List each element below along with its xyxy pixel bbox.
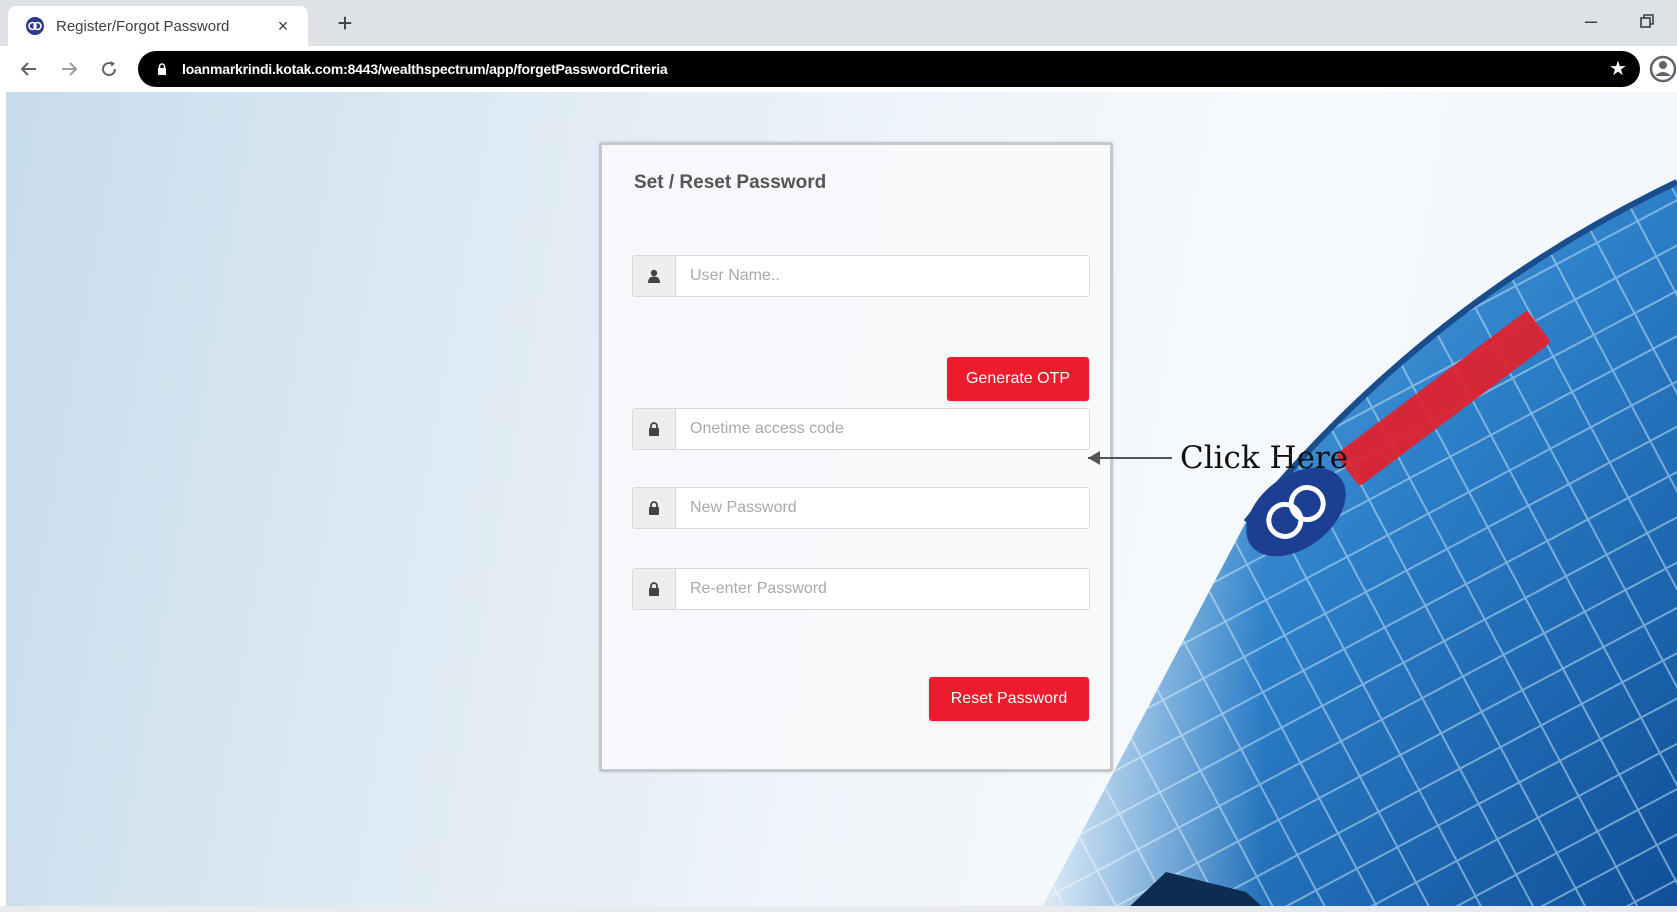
forward-button[interactable] bbox=[52, 52, 86, 86]
form-title: Set / Reset Password bbox=[634, 172, 827, 193]
reenter-password-input[interactable] bbox=[676, 569, 1089, 609]
new-tab-button[interactable]: + bbox=[330, 8, 360, 38]
reload-icon bbox=[102, 61, 117, 77]
user-icon bbox=[633, 256, 676, 296]
reset-password-button[interactable]: Reset Password bbox=[929, 677, 1089, 721]
restore-icon bbox=[1640, 14, 1654, 28]
url-text: loanmarkrindi.kotak.com:8443/wealthspect… bbox=[182, 61, 668, 77]
otp-input[interactable] bbox=[676, 409, 1089, 449]
page-viewport: Set / Reset Password Generate OTP bbox=[6, 92, 1677, 910]
reenter-password-field bbox=[632, 568, 1090, 610]
click-here-annotation: Click Here bbox=[1088, 440, 1388, 476]
new-password-input[interactable] bbox=[676, 488, 1089, 528]
browser-toolbar: loanmarkrindi.kotak.com:8443/wealthspect… bbox=[0, 46, 1677, 92]
arrow-left-icon bbox=[20, 62, 36, 76]
arrow-right-icon bbox=[62, 62, 78, 76]
bottom-edge bbox=[0, 906, 1677, 912]
bookmark-star-icon[interactable]: ★ bbox=[1608, 59, 1628, 79]
lock-icon bbox=[633, 569, 676, 609]
window-restore-button[interactable] bbox=[1634, 8, 1660, 34]
kotak-favicon-icon bbox=[26, 17, 44, 35]
annotation-arrow-line bbox=[1088, 457, 1172, 459]
secure-lock-icon bbox=[154, 61, 170, 77]
profile-avatar-icon[interactable] bbox=[1648, 54, 1676, 84]
username-field bbox=[632, 255, 1090, 297]
arrow-left-icon bbox=[1088, 451, 1100, 465]
lock-icon bbox=[633, 488, 676, 528]
otp-field bbox=[632, 408, 1090, 450]
generate-otp-button[interactable]: Generate OTP bbox=[947, 357, 1089, 401]
username-input[interactable] bbox=[676, 256, 1089, 296]
lock-icon bbox=[633, 409, 676, 449]
reload-button[interactable] bbox=[92, 52, 126, 86]
tab-title: Register/Forgot Password bbox=[56, 17, 230, 35]
browser-tab-bar: Register/Forgot Password × + – bbox=[0, 0, 1677, 46]
annotation-text: Click Here bbox=[1180, 440, 1349, 476]
new-password-field bbox=[632, 487, 1090, 529]
reset-password-card: Set / Reset Password Generate OTP bbox=[599, 142, 1113, 772]
tab-close-icon[interactable]: × bbox=[272, 15, 294, 37]
browser-tab[interactable]: Register/Forgot Password × bbox=[8, 6, 308, 46]
back-button[interactable] bbox=[12, 52, 46, 86]
address-bar[interactable]: loanmarkrindi.kotak.com:8443/wealthspect… bbox=[138, 51, 1640, 87]
window-minimize-button[interactable]: – bbox=[1576, 4, 1606, 38]
